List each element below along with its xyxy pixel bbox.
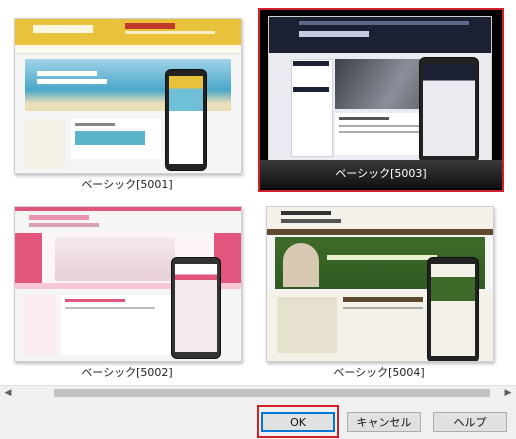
help-button[interactable]: ヘルプ bbox=[433, 412, 507, 432]
template-preview-5003 bbox=[268, 16, 492, 162]
template-label-5004: ベーシック[5004] bbox=[333, 366, 425, 379]
cancel-button[interactable]: キャンセル bbox=[347, 412, 421, 432]
horizontal-scrollbar[interactable]: ◀ ▶ bbox=[0, 385, 516, 401]
scroll-left-icon[interactable]: ◀ bbox=[2, 388, 14, 399]
template-label-5002: ベーシック[5002] bbox=[81, 366, 173, 379]
template-card-5002[interactable]: ベーシック[5002] bbox=[4, 198, 250, 384]
template-picker-dialog: ベーシック[5001] ベーシック[5003] ベーシック[5002] ベーシッ… bbox=[0, 0, 516, 439]
template-gallery: ベーシック[5001] ベーシック[5003] ベーシック[5002] ベーシッ… bbox=[0, 0, 516, 401]
template-preview-5002 bbox=[14, 206, 242, 362]
template-card-5004[interactable]: ベーシック[5004] bbox=[256, 198, 502, 384]
scroll-thumb[interactable] bbox=[54, 389, 490, 397]
template-preview-5004 bbox=[266, 206, 494, 362]
template-preview-5001 bbox=[14, 18, 242, 174]
template-card-5001[interactable]: ベーシック[5001] bbox=[4, 10, 250, 196]
template-card-5003[interactable]: ベーシック[5003] bbox=[258, 8, 504, 192]
scroll-right-icon[interactable]: ▶ bbox=[502, 388, 514, 399]
template-label-5003: ベーシック[5003] bbox=[260, 160, 502, 188]
template-label-5001: ベーシック[5001] bbox=[81, 178, 173, 191]
ok-button[interactable]: OK bbox=[261, 412, 335, 432]
